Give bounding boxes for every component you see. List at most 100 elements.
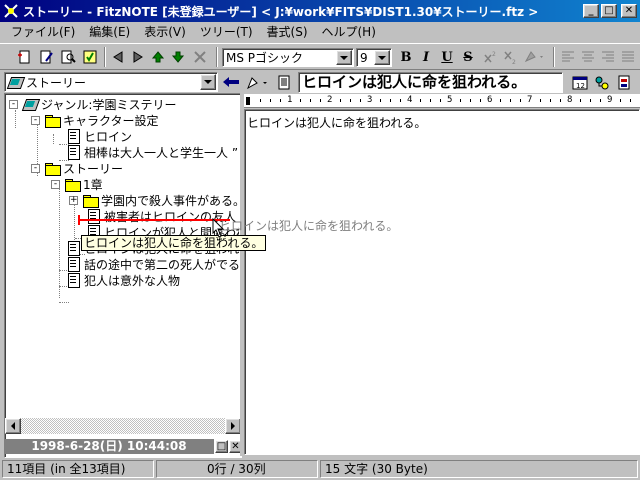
folder-open-icon <box>44 160 61 176</box>
node-select[interactable]: ストーリー <box>4 72 218 92</box>
menu-tree[interactable]: ツリー(T) <box>193 23 260 41</box>
ruler-tick <box>350 99 351 102</box>
edit-node-icon[interactable] <box>36 47 56 67</box>
date-bar: 1998-6-28(日) 10:44:08 □ ✕ <box>4 438 242 455</box>
move-down-icon[interactable] <box>168 47 188 67</box>
search-node-icon[interactable] <box>58 47 78 67</box>
ruler-tick <box>510 99 511 102</box>
date-restore-button[interactable]: □ <box>215 440 228 453</box>
font-size-select[interactable]: 9 <box>356 48 392 67</box>
tree-options-icon[interactable] <box>592 73 612 93</box>
ruler-tick <box>440 99 441 102</box>
indent-icon[interactable] <box>128 47 148 67</box>
new-node-icon[interactable] <box>14 47 34 67</box>
ruler-tick <box>260 99 261 102</box>
document-header: ヒロインは犯人に命を狙われる。 12 <box>244 71 640 93</box>
font-name-select[interactable]: MS Pゴシック <box>222 48 354 67</box>
menu-bar: ファイル(F) 編集(E) 表示(V) ツリー(T) 書式(S) ヘルプ(H) <box>0 22 640 42</box>
text-color-icon[interactable] <box>522 47 548 67</box>
ruler-number: 7 <box>527 95 533 105</box>
current-datetime: 1998-6-28(日) 10:44:08 <box>4 439 214 454</box>
font-size-value: 9 <box>360 50 368 65</box>
node-style-icon[interactable] <box>244 73 272 93</box>
node-select-dropdown-icon[interactable] <box>200 74 216 90</box>
title-bar[interactable]: ストーリー - FitzNOTE [未登録ユーザー] < J:¥work¥FIT… <box>0 0 640 22</box>
bold-button[interactable]: B <box>396 47 416 67</box>
tree-item-character-settings[interactable]: - キャラクター設定 <box>31 112 159 128</box>
delete-icon[interactable] <box>190 47 210 67</box>
ruler-indent-marker[interactable] <box>246 97 250 105</box>
ruler-tick <box>470 99 471 102</box>
document-editor[interactable]: ヒロインは犯人に命を狙われる。 <box>244 109 640 455</box>
align-left-icon[interactable] <box>558 47 578 67</box>
tree-item-murder-case[interactable]: + 学園内で殺人事件がある。 <box>69 192 239 208</box>
ruler-number: 2 <box>327 95 333 105</box>
calendar-icon[interactable]: 12 <box>570 73 590 93</box>
tree-item-chapter1[interactable]: - 1章 <box>51 176 103 192</box>
align-center-icon[interactable] <box>578 47 598 67</box>
drag-tooltip: ヒロインは犯人に命を狙われる。 <box>81 235 267 251</box>
toolbar-separator <box>216 47 218 67</box>
expand-icon[interactable]: + <box>69 195 78 205</box>
export-icon[interactable] <box>614 73 634 93</box>
ruler-tick <box>550 99 551 102</box>
properties-icon[interactable] <box>80 47 100 67</box>
menu-help[interactable]: ヘルプ(H) <box>315 23 383 41</box>
tree-horizontal-scrollbar[interactable] <box>5 418 241 434</box>
tree-item-label: 相棒は大人一人と学生一人 ” <box>84 145 239 160</box>
subscript-icon[interactable]: 2 <box>500 47 520 67</box>
underline-button[interactable]: U <box>437 47 457 67</box>
tree-item-partners[interactable]: 相棒は大人一人と学生一人 ” <box>65 144 238 160</box>
document-icon <box>65 256 81 272</box>
tree-item-second-death[interactable]: 話の途中で第二の死人がでる <box>65 256 239 272</box>
tree-item-story[interactable]: - ストーリー <box>31 160 123 176</box>
ruler-tick <box>500 99 501 102</box>
drag-ghost-text: ヒロインは犯人に命を狙われる。 <box>219 219 399 233</box>
tree-item-label: 1章 <box>83 177 103 192</box>
minimize-button[interactable]: _ <box>583 4 599 18</box>
tree-item-culprit[interactable]: 犯人は意外な人物 <box>65 272 180 288</box>
font-size-dropdown-icon[interactable] <box>374 50 390 65</box>
move-up-icon[interactable] <box>148 47 168 67</box>
menu-format[interactable]: 書式(S) <box>260 23 315 41</box>
ruler-tick <box>590 99 591 102</box>
node-select-value: ストーリー <box>26 75 87 90</box>
tree-pane: ストーリー - ジャンル:学園ミステリー - キャラクター設定 ヒロイン 相棒は… <box>4 71 242 458</box>
collapse-icon[interactable]: - <box>9 99 18 109</box>
align-right-icon[interactable] <box>598 47 618 67</box>
tree-item-label: ストーリー <box>63 161 124 176</box>
collapse-icon[interactable]: - <box>31 115 40 125</box>
tree-view[interactable]: - ジャンル:学園ミステリー - キャラクター設定 ヒロイン 相棒は大人一人と学… <box>4 93 242 458</box>
ruler-tick <box>430 99 431 102</box>
ruler-tick <box>340 99 341 102</box>
menu-file[interactable]: ファイル(F) <box>4 23 82 41</box>
collapse-icon[interactable]: - <box>31 163 40 173</box>
strike-button[interactable]: S <box>458 47 478 67</box>
close-button[interactable]: ✕ <box>621 4 637 18</box>
tree-root[interactable]: - ジャンル:学園ミステリー <box>9 96 176 112</box>
app-icon[interactable] <box>3 3 19 19</box>
ruler-tick <box>480 99 481 102</box>
italic-button[interactable]: I <box>416 47 436 67</box>
tree-item-heroine[interactable]: ヒロイン <box>65 128 132 144</box>
ruler-tick <box>270 99 271 102</box>
scroll-left-icon[interactable] <box>5 418 21 434</box>
menu-view[interactable]: 表示(V) <box>137 23 193 41</box>
collapse-icon[interactable]: - <box>51 179 60 189</box>
maximize-button[interactable]: □ <box>601 4 617 18</box>
editor-text[interactable]: ヒロインは犯人に命を狙われる。 <box>247 114 637 131</box>
ruler-number: 1 <box>287 95 293 105</box>
menu-edit[interactable]: 編集(E) <box>82 23 137 41</box>
jump-back-icon[interactable] <box>220 73 242 91</box>
document-icon <box>85 208 101 224</box>
superscript-icon[interactable]: 2 <box>480 47 500 67</box>
window-title: ストーリー - FitzNOTE [未登録ユーザー] < J:¥work¥FIT… <box>23 4 539 19</box>
document-title-field[interactable]: ヒロインは犯人に命を狙われる。 <box>298 72 563 93</box>
justify-icon[interactable] <box>618 47 638 67</box>
scroll-right-icon[interactable] <box>225 418 241 434</box>
ruler-tick <box>320 99 321 102</box>
font-name-dropdown-icon[interactable] <box>336 50 352 65</box>
outdent-icon[interactable] <box>108 47 128 67</box>
ruler-tick <box>300 99 301 102</box>
drop-position-marker <box>78 215 230 225</box>
